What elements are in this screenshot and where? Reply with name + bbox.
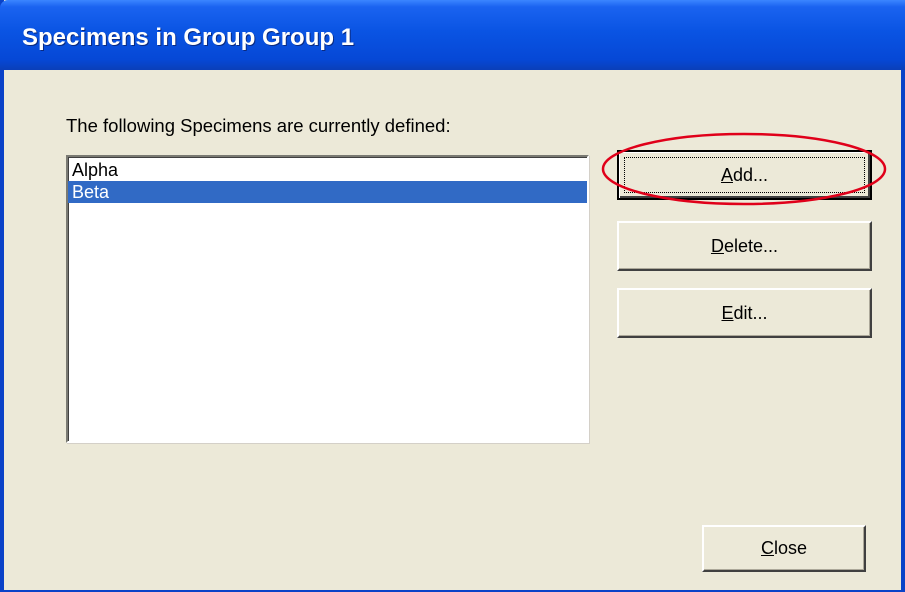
add-button-label: dd...: [732, 164, 769, 185]
delete-button-label: elete...: [723, 235, 779, 256]
dialog-window: Specimens in Group Group 1 The following…: [0, 0, 905, 592]
list-item[interactable]: Alpha: [68, 159, 587, 181]
delete-button[interactable]: Delete...: [617, 221, 872, 271]
window-title: Specimens in Group Group 1: [22, 24, 355, 51]
list-item[interactable]: Beta: [68, 181, 587, 203]
edit-button-label: dit...: [733, 302, 768, 323]
edit-button[interactable]: Edit...: [617, 288, 872, 338]
specimens-listbox[interactable]: Alpha Beta: [66, 155, 589, 443]
add-button[interactable]: Add...: [617, 150, 872, 200]
add-button-mnemonic: A: [720, 164, 733, 185]
close-button-label: lose: [773, 538, 808, 558]
close-button-mnemonic: C: [760, 538, 774, 558]
specimens-caption: The following Specimens are currently de…: [66, 115, 451, 136]
edit-button-mnemonic: E: [721, 302, 734, 323]
title-bar[interactable]: Specimens in Group Group 1: [0, 0, 905, 70]
delete-button-mnemonic: D: [710, 235, 724, 256]
close-button[interactable]: Close: [702, 525, 866, 572]
